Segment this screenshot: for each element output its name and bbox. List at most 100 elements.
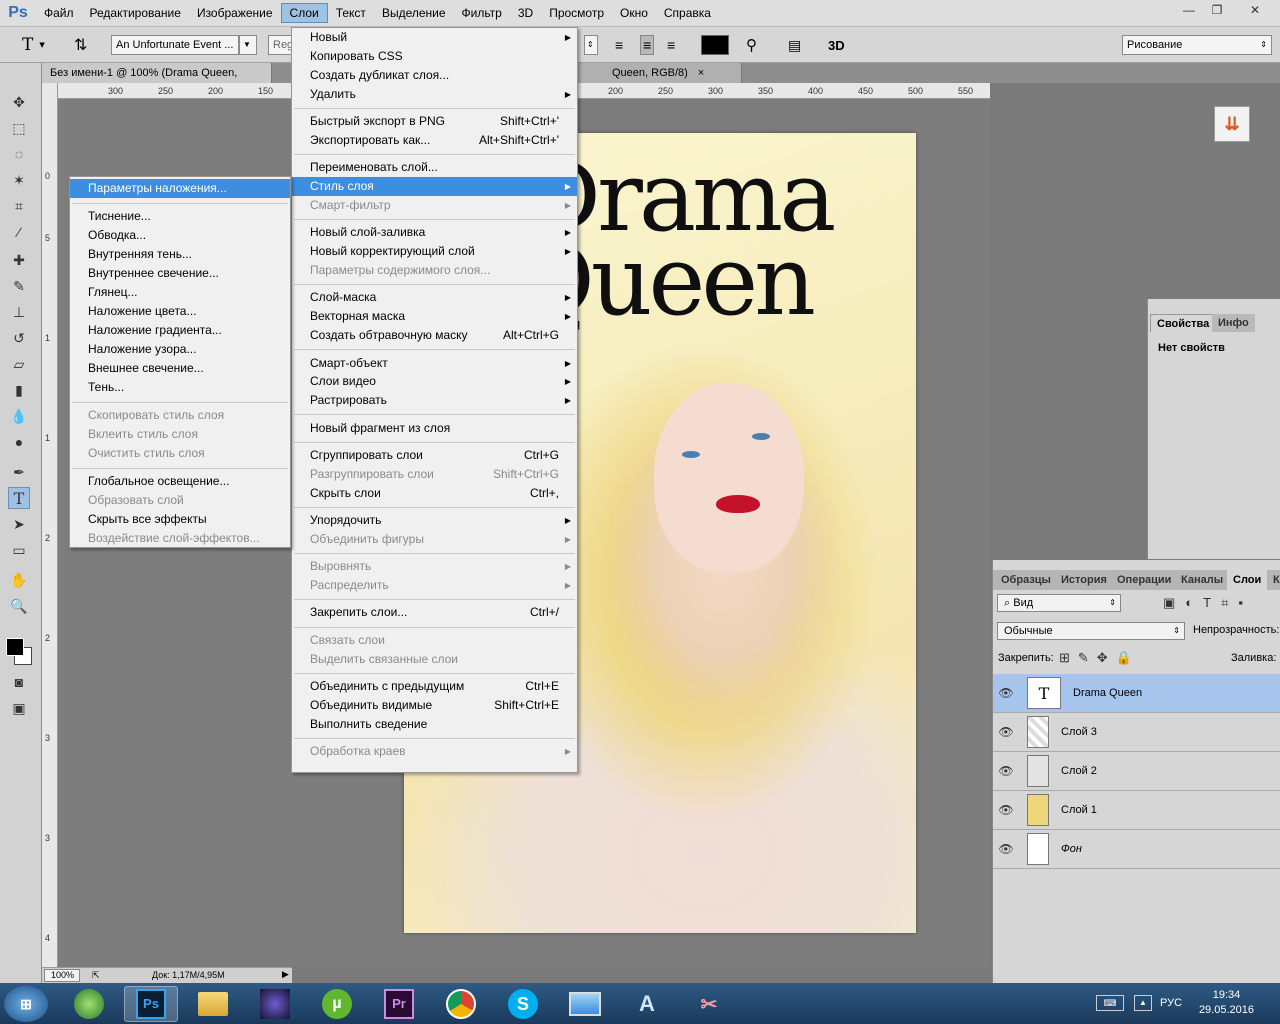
keyboard-icon[interactable]: ⌨	[1096, 995, 1124, 1011]
layer-filter-select[interactable]: ⌕ Вид ⇕	[997, 594, 1121, 612]
menu-item[interactable]: Внешнее свечение...	[70, 359, 290, 378]
menu-item[interactable]: Наложение градиента...	[70, 321, 290, 340]
menu-item[interactable]: Объединить видимые Shift+Ctrl+E	[292, 696, 577, 715]
lock-icons[interactable]: ⊞✎✥🔒	[1059, 650, 1140, 666]
taskbar-clock[interactable]: 19:34 29.05.2016	[1199, 988, 1254, 1018]
menu-item[interactable]: Скрыть слои Ctrl+,	[292, 484, 577, 503]
align-left-icon[interactable]: ≡	[615, 35, 623, 55]
layer-filter-icons[interactable]: ▣◐T⌗▪	[1163, 595, 1253, 611]
menu-item[interactable]: Векторная маска ▶	[292, 307, 577, 326]
zoom-field[interactable]: 100%	[44, 969, 80, 982]
menu-item[interactable]: Внутреннее свечение...	[70, 264, 290, 283]
start-button-icon[interactable]: ⊞	[4, 986, 48, 1022]
menu-item[interactable]: Обводка...	[70, 226, 290, 245]
menu-window[interactable]: Окно	[612, 3, 656, 23]
menu-item[interactable]: Глобальное освещение...	[70, 472, 290, 491]
menu-item[interactable]: Скрыть все эффекты	[70, 510, 290, 529]
tab-actions[interactable]: Операции	[1111, 570, 1177, 590]
screen-mode-icon[interactable]: ▣	[8, 697, 30, 719]
tab-layers[interactable]: Слои	[1227, 570, 1268, 590]
brush-tool-icon[interactable]: ✎	[8, 275, 30, 297]
menu-item[interactable]: Закрепить слои... Ctrl+/	[292, 603, 577, 622]
document-tab-active[interactable]: Без имени-1 @ 100% (Drama Queen, RGB/8) …	[42, 63, 272, 99]
restore-icon[interactable]: ❐	[1203, 0, 1231, 20]
chrome-icon[interactable]	[434, 986, 488, 1022]
dodge-tool-icon[interactable]: ●	[8, 431, 30, 453]
menu-item[interactable]: Наложение узора...	[70, 340, 290, 359]
close-icon[interactable]: ✕	[1235, 0, 1275, 20]
skype-icon[interactable]: S	[496, 986, 550, 1022]
eye-icon[interactable]: 👁	[993, 686, 1019, 700]
menu-item[interactable]: Новый фрагмент из слоя	[292, 419, 577, 438]
history-brush-icon[interactable]: ↺	[8, 327, 30, 349]
menu-edit[interactable]: Редактирование	[82, 3, 189, 23]
move-tool-icon[interactable]: ✥	[8, 91, 30, 113]
menu-3d[interactable]: 3D	[510, 3, 541, 23]
shape-tool-icon[interactable]: ▭	[8, 539, 30, 561]
menu-item[interactable]: Параметры наложения...	[70, 179, 290, 198]
layer-row-2[interactable]: 👁 Слой 2	[993, 752, 1280, 791]
game-app-2-icon[interactable]	[248, 986, 302, 1022]
quick-mask-icon[interactable]: ◙	[8, 671, 30, 693]
foreground-color-swatch[interactable]	[6, 638, 24, 656]
clone-stamp-icon[interactable]: ⊥	[8, 301, 30, 323]
layer-row-drama-queen[interactable]: 👁 T Drama Queen	[993, 674, 1280, 713]
3d-icon[interactable]: 3D	[828, 35, 845, 55]
eyedropper-icon[interactable]: ⁄	[8, 221, 30, 243]
utorrent-icon[interactable]: µ	[310, 986, 364, 1022]
toggle-orientation-icon[interactable]: ⇅	[74, 35, 87, 55]
menu-item[interactable]: Выполнить сведение	[292, 715, 577, 734]
app-icon-tools[interactable]: ✂	[682, 986, 736, 1022]
photoshop-taskbar-icon[interactable]: Ps	[124, 986, 178, 1022]
menu-item[interactable]: Удалить ▶	[292, 85, 577, 104]
menu-item[interactable]: Новый слой-заливка ▶	[292, 223, 577, 242]
file-explorer-icon[interactable]	[186, 986, 240, 1022]
menu-item[interactable]: Быстрый экспорт в PNG Shift+Ctrl+'	[292, 112, 577, 131]
menu-item[interactable]: Глянец...	[70, 283, 290, 302]
premiere-icon[interactable]: Pr	[372, 986, 426, 1022]
menu-view[interactable]: Просмотр	[541, 3, 612, 23]
eye-icon[interactable]: 👁	[993, 803, 1019, 817]
document-tab-2[interactable]: Queen, RGB/8) ×	[578, 63, 742, 83]
text-color-swatch[interactable]	[701, 35, 729, 55]
status-menu-arrow-icon[interactable]: ▶	[282, 969, 289, 980]
menu-item[interactable]: Сгруппировать слои Ctrl+G	[292, 446, 577, 465]
tray-expand-icon[interactable]: ▲	[1134, 995, 1152, 1011]
size-spinner[interactable]: ⇕	[584, 35, 598, 55]
menu-item[interactable]: Тень...	[70, 378, 290, 397]
healing-brush-icon[interactable]: ✚	[8, 249, 30, 271]
game-app-icon[interactable]	[62, 986, 116, 1022]
eye-icon[interactable]: 👁	[993, 725, 1019, 739]
menu-item[interactable]: Переименовать слой...	[292, 158, 577, 177]
menu-item[interactable]: Наложение цвета...	[70, 302, 290, 321]
pen-tool-icon[interactable]: ✒	[8, 461, 30, 483]
eye-icon[interactable]: 👁	[993, 764, 1019, 778]
align-center-icon[interactable]: ≡	[640, 35, 655, 55]
minimize-icon[interactable]: —	[1175, 0, 1203, 20]
path-selection-icon[interactable]: ➤	[8, 513, 30, 535]
menu-item[interactable]: Смарт-объект ▶	[292, 354, 577, 373]
font-family-select[interactable]: An Unfortunate Event ... ▼	[111, 35, 257, 55]
menu-file[interactable]: Файл	[36, 3, 82, 23]
tab-more[interactable]: К	[1267, 570, 1280, 590]
menu-item[interactable]: Создать обтравочную маску Alt+Ctrl+G	[292, 326, 577, 345]
gradient-tool-icon[interactable]: ▮	[8, 379, 30, 401]
magic-wand-icon[interactable]: ✶	[8, 169, 30, 191]
tab-info[interactable]: Инфо	[1212, 314, 1255, 332]
menu-type[interactable]: Текст	[328, 3, 374, 23]
blur-tool-icon[interactable]: 💧	[8, 405, 30, 427]
photo-viewer-icon[interactable]	[558, 986, 612, 1022]
character-panel-icon[interactable]: ▤	[788, 35, 801, 55]
menu-layers[interactable]: Слои	[280, 3, 328, 23]
type-tool-icon[interactable]: T	[8, 487, 30, 509]
menu-item[interactable]: Растрировать ▶	[292, 391, 577, 410]
tab-properties[interactable]: Свойства	[1150, 314, 1217, 332]
menu-item[interactable]: Новый ▶	[292, 28, 577, 47]
hand-tool-icon[interactable]: ✋	[8, 569, 30, 591]
layer-row-3[interactable]: 👁 Слой 3	[993, 713, 1280, 752]
menu-item[interactable]: Создать дубликат слоя...	[292, 66, 577, 85]
lasso-tool-icon[interactable]: ◌	[8, 143, 30, 165]
warp-text-icon[interactable]: ⚲	[746, 35, 757, 55]
menu-help[interactable]: Справка	[656, 3, 719, 23]
menu-image[interactable]: Изображение	[189, 3, 281, 23]
